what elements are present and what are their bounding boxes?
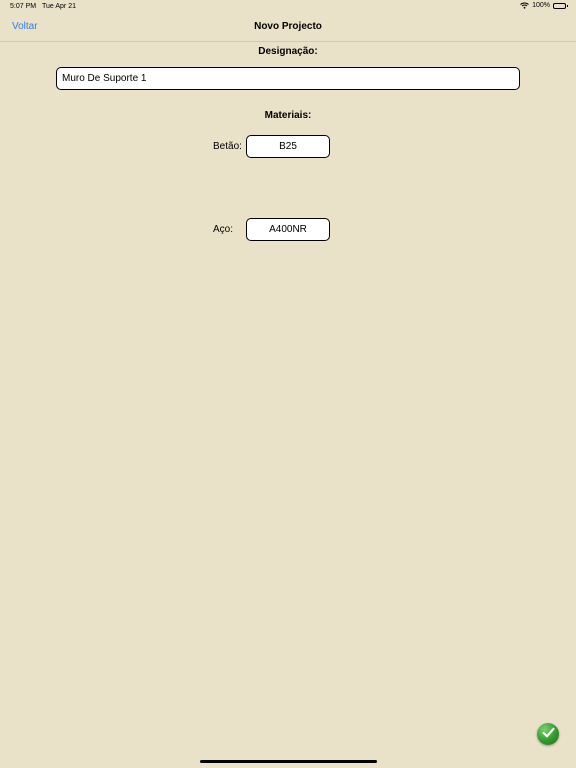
steel-input[interactable] xyxy=(246,218,330,241)
status-date: Tue Apr 21 xyxy=(42,3,76,10)
designation-label: Designação: xyxy=(258,46,318,57)
materials-label: Materiais: xyxy=(264,110,312,121)
steel-label: Aço: xyxy=(213,224,234,235)
home-indicator xyxy=(200,760,377,763)
concrete-input[interactable] xyxy=(246,135,330,158)
battery-percent: 100% xyxy=(532,2,550,9)
page-title: Novo Projecto xyxy=(254,21,322,32)
status-indicators: 100% xyxy=(520,2,568,9)
battery-icon xyxy=(553,2,568,9)
status-bar: 5:07 PM Tue Apr 21 100% xyxy=(0,0,576,14)
status-time: 5:07 PM xyxy=(10,3,37,10)
confirm-button[interactable] xyxy=(537,723,559,745)
designation-input[interactable] xyxy=(56,67,520,90)
wifi-icon xyxy=(520,2,529,9)
concrete-label: Betão: xyxy=(213,141,242,152)
checkmark-icon xyxy=(541,725,555,743)
navigation-bar: Voltar Novo Projecto xyxy=(0,14,576,42)
